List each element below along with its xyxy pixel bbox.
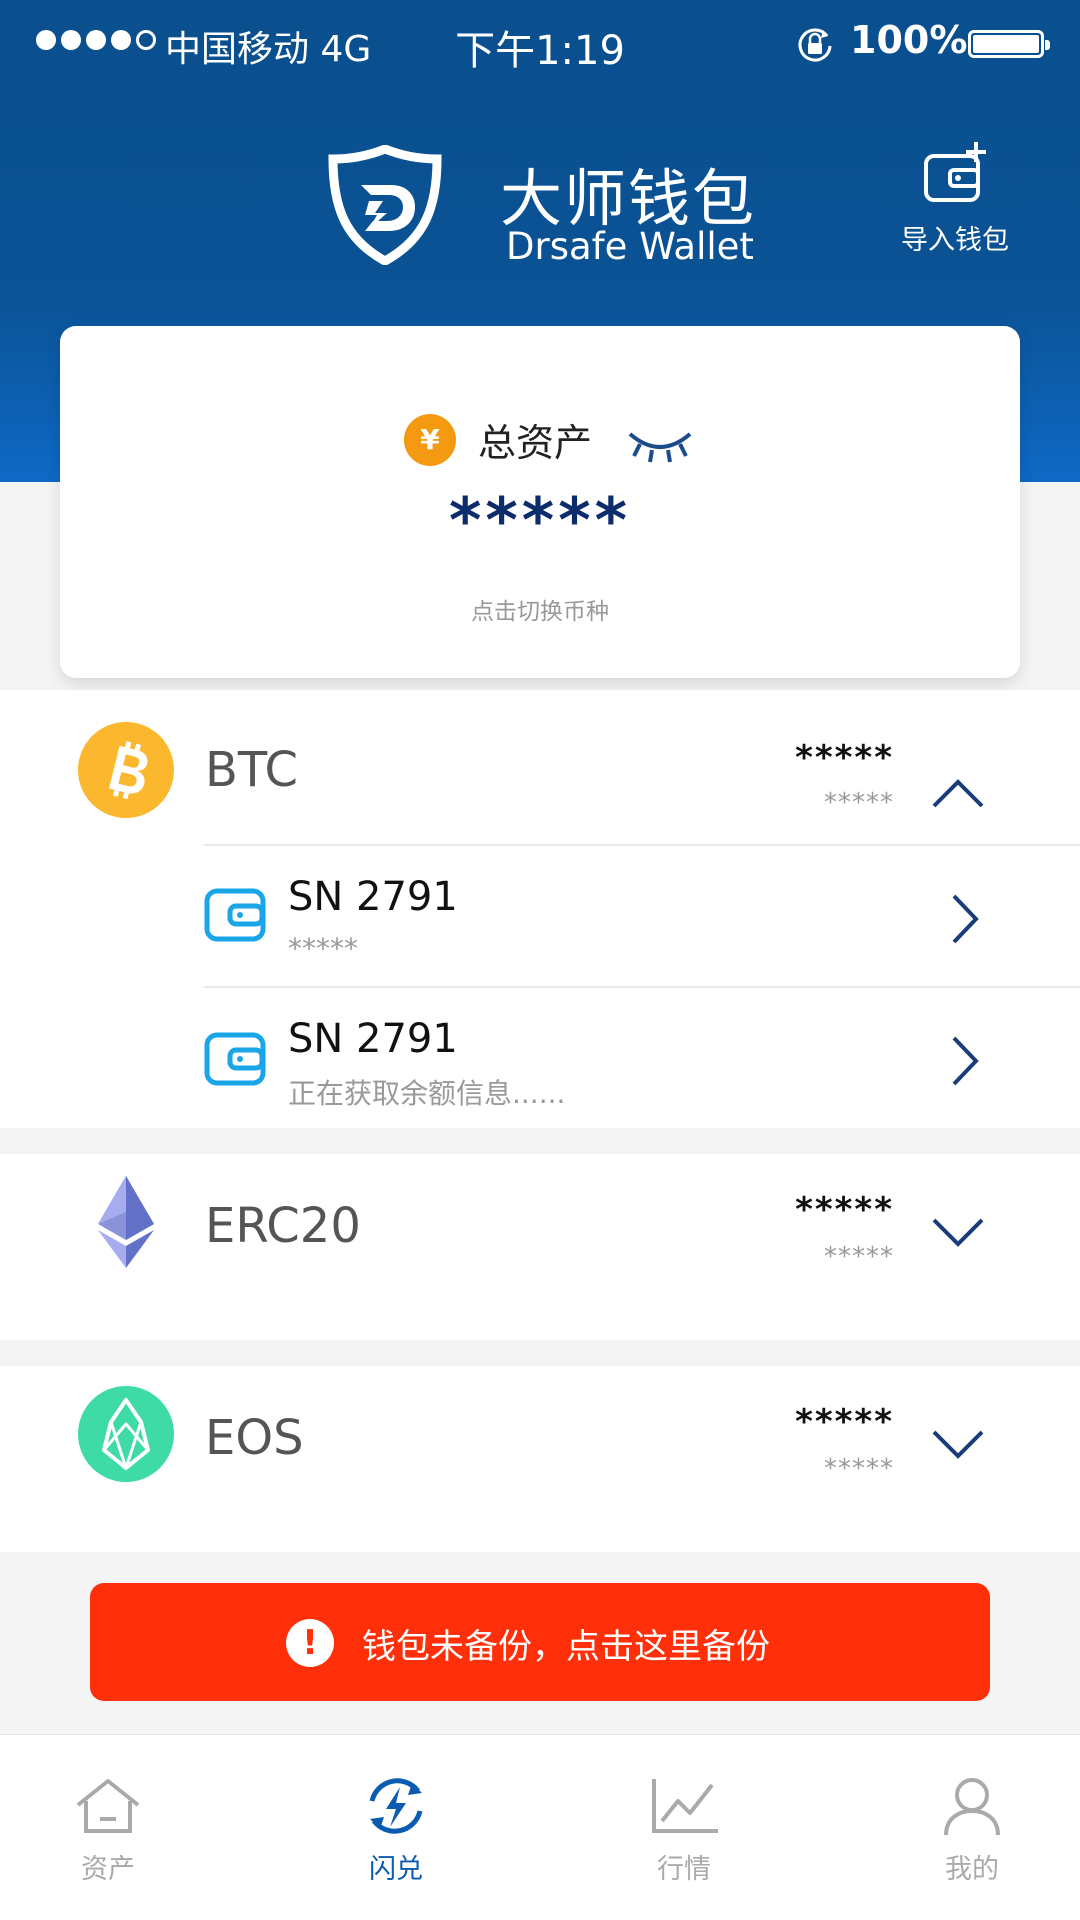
coin-value: ***** [824, 788, 894, 818]
wallet-icon [204, 888, 266, 942]
tab-flash-exchange[interactable]: 闪兑 [306, 1775, 486, 1905]
coin-name: BTC [205, 742, 298, 798]
rotation-lock-icon [798, 28, 832, 62]
tab-label: 闪兑 [369, 1854, 423, 1885]
eos-section: EOS ***** ***** [0, 1366, 1080, 1552]
wallet-app: 中国移动 4G 下午1:19 100% 大师钱包 Drsafe Wallet 导… [0, 0, 1080, 1920]
coin-name: EOS [205, 1410, 304, 1466]
coin-row-eos[interactable]: EOS ***** ***** [0, 1386, 1080, 1526]
home-icon [76, 1779, 140, 1833]
user-icon [944, 1778, 1000, 1836]
drsafe-shield-logo [328, 145, 442, 265]
eos-icon [78, 1386, 174, 1482]
import-wallet-button[interactable]: 导入钱包 [880, 140, 1030, 270]
battery-percentage: 100% [850, 18, 968, 62]
coin-value: ***** [824, 1454, 894, 1484]
total-assets-label: 总资产 [478, 421, 593, 465]
chevron-down-icon[interactable] [930, 1426, 986, 1462]
coin-row-btc[interactable]: BTC ***** ***** [0, 690, 1080, 830]
chevron-up-icon[interactable] [930, 776, 986, 812]
coin-value: ***** [824, 1242, 894, 1272]
tab-assets[interactable]: 资产 [18, 1775, 198, 1905]
app-subtitle: Drsafe Wallet [506, 225, 754, 268]
coin-name: ERC20 [205, 1198, 361, 1254]
add-wallet-icon [924, 142, 986, 202]
coin-row-erc20[interactable]: ERC20 ***** ***** [0, 1174, 1080, 1314]
wallet-name: SN 2791 [288, 1016, 458, 1062]
wallet-row[interactable]: SN 2791 ***** [0, 846, 1080, 988]
wallet-balance: ***** [288, 932, 358, 965]
total-assets-card: ¥ 总资产 ***** 点击切换币种 [60, 326, 1020, 678]
eye-closed-icon[interactable] [626, 424, 694, 464]
ethereum-icon [98, 1176, 154, 1268]
tab-label: 我的 [945, 1854, 999, 1885]
tab-market[interactable]: 行情 [594, 1775, 774, 1905]
status-bar: 中国移动 4G 下午1:19 100% [0, 0, 1080, 86]
wallet-icon [204, 1032, 266, 1086]
switch-currency-hint[interactable]: 点击切换币种 [60, 592, 1020, 626]
chevron-right-icon [952, 1036, 979, 1086]
backup-warning-button[interactable]: ! 钱包未备份，点击这里备份 [90, 1583, 990, 1701]
backup-warning-text: 钱包未备份，点击这里备份 [362, 1627, 770, 1667]
tab-label: 资产 [81, 1854, 135, 1885]
currency-icon: ¥ [404, 414, 456, 466]
coin-amount: ***** [795, 1190, 894, 1230]
erc20-section: ERC20 ***** ***** [0, 1154, 1080, 1340]
alert-icon: ! [286, 1619, 334, 1667]
wallet-name: SN 2791 [288, 874, 458, 920]
bottom-tab-bar: 资产 闪兑 行情 我的 [0, 1734, 1080, 1920]
wallet-balance: 正在获取余额信息...... [288, 1077, 566, 1110]
total-assets-value: ***** [448, 484, 632, 557]
btc-section: BTC ***** ***** SN 2791 ***** SN 2791 正在… [0, 690, 1080, 1128]
coin-amount: ***** [795, 1402, 894, 1442]
import-wallet-label: 导入钱包 [901, 225, 1009, 256]
flash-exchange-icon [369, 1778, 423, 1834]
chevron-down-icon[interactable] [930, 1214, 986, 1250]
tab-profile[interactable]: 我的 [882, 1775, 1062, 1905]
coin-amount: ***** [795, 738, 894, 778]
tab-label: 行情 [657, 1854, 711, 1885]
bitcoin-icon [78, 722, 174, 818]
wallet-row[interactable]: SN 2791 正在获取余额信息...... [0, 988, 1080, 1130]
chart-icon [652, 1779, 718, 1833]
battery-icon [968, 30, 1050, 58]
chevron-right-icon [952, 894, 979, 944]
